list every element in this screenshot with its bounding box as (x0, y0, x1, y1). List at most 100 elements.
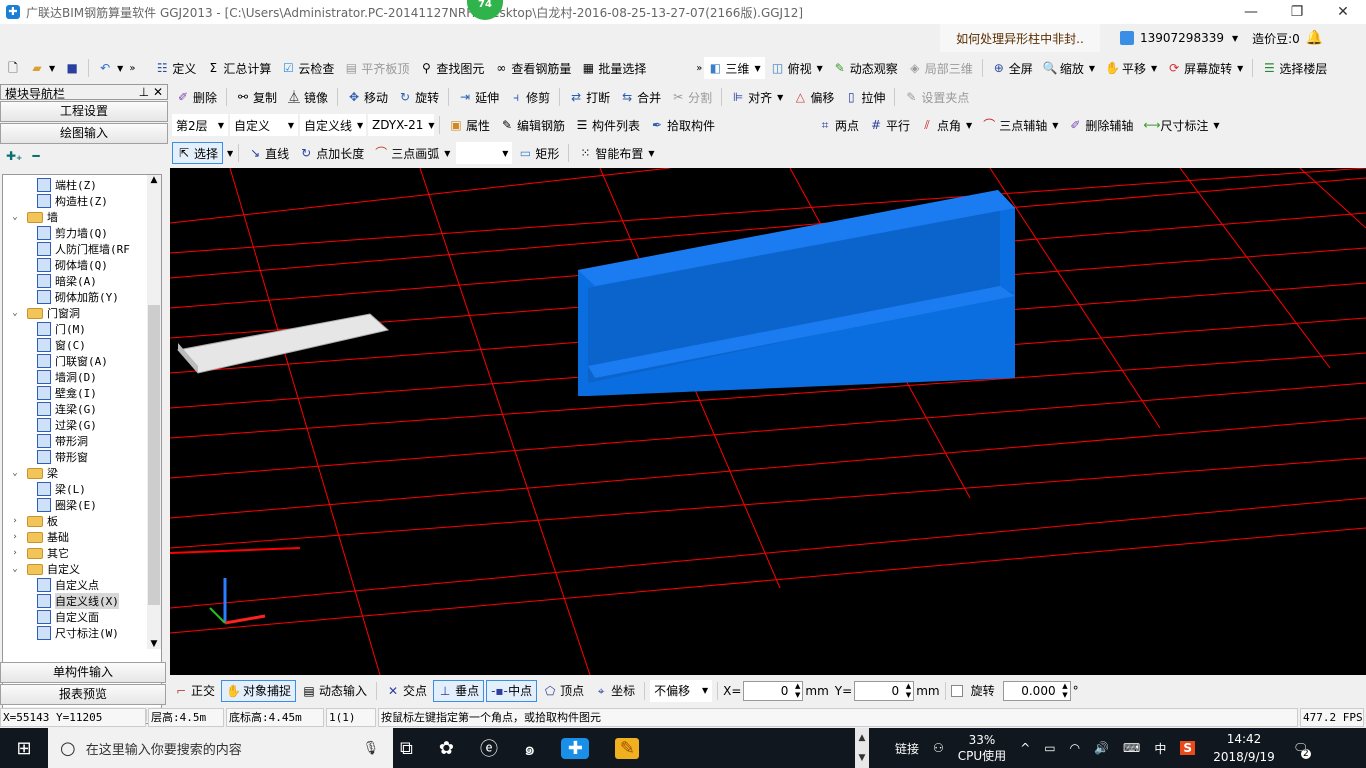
summary-calc-button[interactable]: Σ 汇总计算 (202, 57, 275, 79)
select-floor-button[interactable]: ☰ 选择楼层 (1258, 57, 1331, 79)
link-toolbar[interactable]: 链接 (895, 740, 919, 757)
three-point-axis-button[interactable]: ⌒ 三点辅轴 ▼ (978, 114, 1062, 136)
smart-layout-button[interactable]: ⁙ 智能布置 ▼ (574, 142, 658, 164)
local-3d-button[interactable]: ◈ 局部三维 (904, 57, 977, 79)
tree-item[interactable]: › 其它 (3, 545, 161, 561)
tree-item[interactable]: ⌄ 自定义 (3, 561, 161, 577)
midpoint-snap-button[interactable]: -▪- 中点 (486, 679, 538, 702)
close-nav-icon[interactable]: ✕ (153, 85, 163, 99)
single-component-input-button[interactable]: 单构件输入 (0, 662, 166, 683)
point-angle-button[interactable]: ⫽ 点角 ▼ (916, 114, 976, 136)
tree-vertical-scrollbar[interactable]: ▲ ▼ (147, 175, 161, 649)
pan-button[interactable]: ✋ 平移 ▼ (1101, 57, 1161, 79)
tree-item[interactable]: 门联窗(A) (3, 353, 161, 369)
code-select[interactable]: ZDYX-21 ▼ (368, 114, 435, 136)
save-button[interactable]: ■ (61, 57, 83, 79)
offset-mode-select[interactable]: 不偏移 ▼ (650, 679, 713, 702)
fan-app-icon[interactable]: ✿ (439, 738, 454, 759)
stretch-button[interactable]: ▯ 拉伸 (840, 86, 889, 108)
parallel-axis-button[interactable]: # 平行 (865, 114, 914, 136)
find-element-button[interactable]: ⚲ 查找图元 (415, 57, 488, 79)
move-button[interactable]: ✥ 移动 (343, 86, 392, 108)
expand-chevron-icon[interactable]: › (9, 516, 21, 526)
tree-item[interactable]: ⌄ 门窗洞 (3, 305, 161, 321)
arc-option-select[interactable]: ▼ (456, 142, 513, 164)
align-slab-top-button[interactable]: ▤ 平齐板顶 (340, 57, 413, 79)
tree-item[interactable]: 梁(L) (3, 481, 161, 497)
x-offset-input[interactable]: 0 ▲ ▼ (743, 680, 804, 701)
windows-start-icon[interactable]: ⊞ (0, 738, 48, 759)
break-button[interactable]: ⇄ 打断 (565, 86, 614, 108)
perpendicular-snap-button[interactable]: ⊥ 垂点 (433, 679, 485, 702)
tree-item[interactable]: 砌体墙(Q) (3, 257, 161, 273)
zoom-button[interactable]: 🔍 缩放 ▼ (1039, 57, 1099, 79)
y-offset-input[interactable]: 0 ▲ ▼ (854, 680, 915, 701)
three-point-arc-button[interactable]: ⌒ 三点画弧 ▼ (370, 142, 454, 164)
tree-item[interactable]: 人防门框墙(RF (3, 241, 161, 257)
drawing-input-button[interactable]: 绘图输入 (0, 123, 168, 144)
merge-button[interactable]: ⇆ 合并 (616, 86, 665, 108)
tree-item[interactable]: 圈梁(E) (3, 497, 161, 513)
fullscreen-button[interactable]: ⊕ 全屏 (988, 57, 1037, 79)
notes-app-icon[interactable]: ✎ (615, 737, 640, 759)
tree-item[interactable]: › 基础 (3, 529, 161, 545)
collapse-chevron-icon[interactable]: ⌄ (9, 308, 21, 318)
user-phone[interactable]: 13907298339 (1140, 31, 1224, 45)
select-button[interactable]: ⇱ 选择 (172, 142, 224, 164)
keyboard-icon[interactable]: ⌨ (1123, 741, 1140, 755)
point-length-button[interactable]: ↻ 点加长度 (295, 142, 368, 164)
properties-button[interactable]: ▣ 属性 (445, 114, 494, 136)
split-button[interactable]: ✂ 分割 (667, 86, 716, 108)
tree-item[interactable]: 连梁(G) (3, 401, 161, 417)
open-button[interactable]: ▰ ▼ (26, 57, 59, 79)
sogou-icon[interactable]: S (1180, 741, 1196, 755)
screen-rotate-button[interactable]: ⟳ 屏幕旋转 ▼ (1163, 57, 1247, 79)
rotate-button[interactable]: ↻ 旋转 (394, 86, 443, 108)
expand-all-icon[interactable]: ✚₊ (6, 149, 22, 163)
3d-button[interactable]: ◧ 三维 ▼ (704, 57, 765, 79)
offset-button[interactable]: △ 偏移 (789, 86, 838, 108)
rectangle-button[interactable]: ▭ 矩形 (514, 142, 563, 164)
project-settings-button[interactable]: 工程设置 (0, 101, 168, 122)
tree-item[interactable]: ⌄ 墙 (3, 209, 161, 225)
task-view-icon[interactable]: ⧉ (400, 738, 413, 759)
tree-item[interactable]: 尺寸标注(W) (3, 625, 161, 641)
view-rebar-button[interactable]: ∞ 查看钢筋量 (490, 57, 575, 79)
subtype-select[interactable]: 自定义线 ▼ (300, 114, 366, 136)
tree-item[interactable]: 壁龛(I) (3, 385, 161, 401)
batch-select-button[interactable]: ▦ 批量选择 (577, 57, 650, 79)
rotate-checkbox[interactable] (950, 684, 963, 697)
swirl-app-icon[interactable]: ๑ (524, 734, 535, 763)
collapse-chevron-icon[interactable]: ⌄ (9, 564, 21, 574)
expand-chevron-icon[interactable]: › (9, 532, 21, 542)
mirror-button[interactable]: ⏅ 镜像 (283, 86, 332, 108)
type-select[interactable]: 自定义 ▼ (230, 114, 298, 136)
align-button[interactable]: ⊫ 对齐 ▼ (727, 86, 787, 108)
line-button[interactable]: ↘ 直线 (244, 142, 293, 164)
tree-item[interactable]: 暗梁(A) (3, 273, 161, 289)
pick-component-button[interactable]: ✒ 拾取构件 (646, 114, 719, 136)
viewport-svg[interactable] (169, 167, 1366, 676)
tray-chevron-icon[interactable]: ^ (1020, 741, 1030, 755)
tree-item[interactable]: 带形窗 (3, 449, 161, 465)
rotate-angle-input[interactable]: 0.000 ▲ ▼ (1002, 680, 1071, 701)
restore-button[interactable]: ❐ (1274, 4, 1320, 20)
cloud-check-button[interactable]: ☑ 云检查 (277, 57, 338, 79)
trim-button[interactable]: ⫞ 修剪 (505, 86, 554, 108)
clock[interactable]: 14:42 2018/9/19 (1209, 730, 1279, 766)
battery-icon[interactable]: ▭ (1044, 741, 1055, 755)
undo-button[interactable]: ↶ ▼ (94, 57, 127, 79)
volume-icon[interactable]: 🔊 (1094, 741, 1109, 755)
tree-item[interactable]: 自定义线(X) (3, 593, 161, 609)
set-grip-button[interactable]: ✎ 设置夹点 (900, 86, 973, 108)
edit-rebar-button[interactable]: ✎ 编辑钢筋 (496, 114, 569, 136)
tree-item[interactable]: 自定义面 (3, 609, 161, 625)
ortho-button[interactable]: ⌐ 正交 (170, 680, 219, 702)
microphone-icon[interactable]: 🎙 (362, 741, 379, 756)
pin-icon[interactable]: ⊥ (139, 85, 149, 99)
tree-item[interactable]: 构造柱(Z) (3, 193, 161, 209)
taskbar-search[interactable]: ○ 在这里输入你要搜索的内容 🎙 (48, 728, 393, 768)
copy-button[interactable]: ⚯ 复制 (232, 86, 281, 108)
dimension-button[interactable]: ⟷ 尺寸标注 ▼ (1139, 114, 1223, 136)
tree-item[interactable]: 过梁(G) (3, 417, 161, 433)
